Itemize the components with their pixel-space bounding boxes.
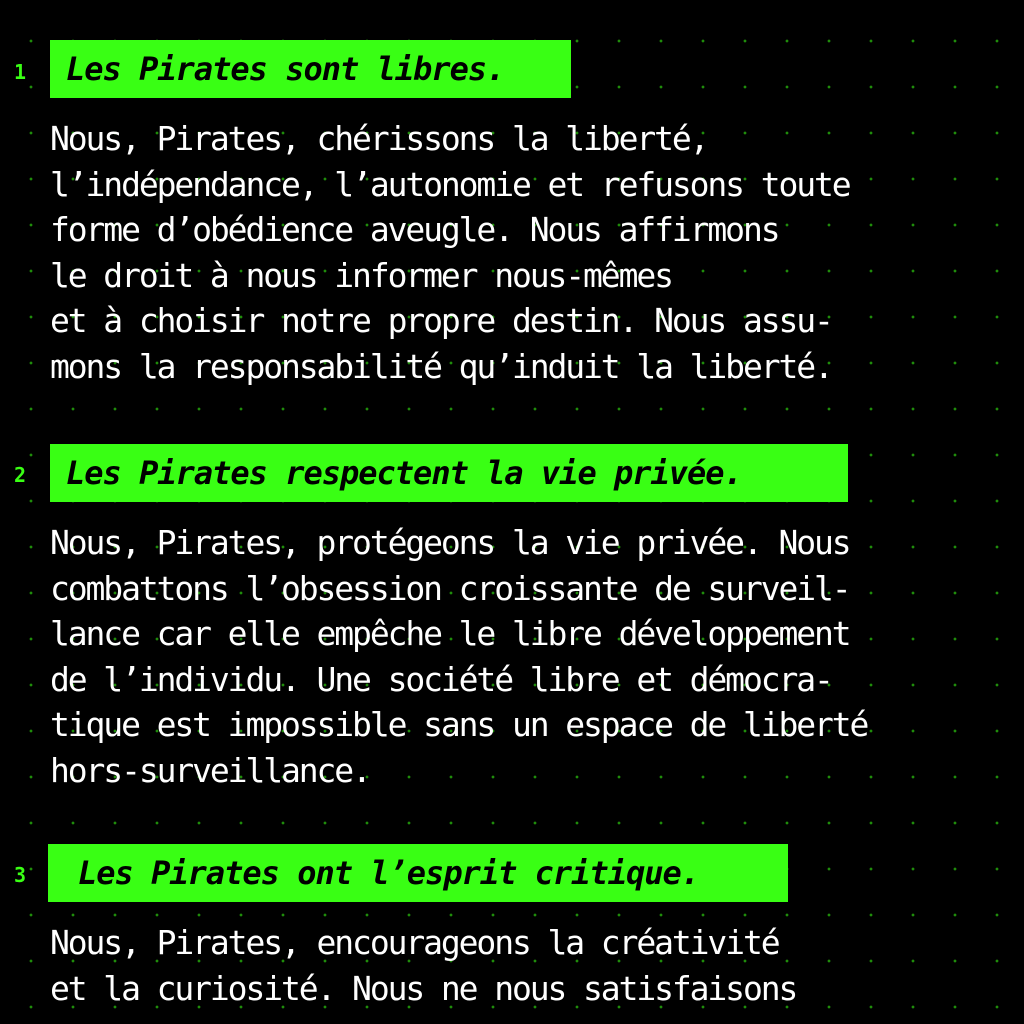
- paragraph-line: de l’individu. Une société libre et démo…: [50, 659, 834, 699]
- principle-paragraph: Nous, Pirates, protégeons la vie privée.…: [50, 520, 869, 794]
- paragraph-line: mons la responsabilité qu’induit la libe…: [50, 346, 834, 386]
- principle-number: 1: [14, 60, 27, 84]
- paragraph-line: Nous, Pirates, protégeons la vie privée.…: [50, 523, 852, 562]
- paragraph-line: lance car elle empêche le libre développ…: [50, 614, 852, 654]
- paragraph-line: l’indépendance, l’autonomie et refusons …: [50, 164, 852, 204]
- principle-heading: Les Pirates respectent la vie privée.: [66, 454, 743, 492]
- paragraph-line: hors-surveillance.: [50, 750, 372, 790]
- principle-heading-box: Les Pirates sont libres.: [50, 40, 571, 98]
- principle-paragraph: Nous, Pirates, chérissons la liberté, l’…: [50, 116, 852, 390]
- principle-heading-box: Les Pirates respectent la vie privée.: [50, 444, 848, 502]
- paragraph-line: Nous, Pirates, chérissons la liberté,: [50, 119, 710, 158]
- paragraph-line: forme d’obédience aveugle. Nous affirmon…: [50, 210, 781, 250]
- principle-paragraph: Nous, Pirates, encourageons la créativit…: [50, 920, 798, 1011]
- paragraph-line: Nous, Pirates, encourageons la créativit…: [50, 923, 781, 962]
- paragraph-line: et la curiosité. Nous ne nous satisfaiso…: [50, 968, 798, 1008]
- paragraph-line: et à choisir notre propre destin. Nous a…: [50, 301, 834, 341]
- principle-heading: Les Pirates sont libres.: [66, 50, 505, 88]
- manifesto-page: 1 Les Pirates sont libres. Nous, Pirates…: [0, 0, 1024, 1024]
- principle-heading: Les Pirates ont l’esprit critique.: [78, 854, 700, 892]
- paragraph-line: combattons l’obsession croissante de sur…: [50, 568, 852, 608]
- principle-number: 2: [14, 463, 27, 487]
- principle-number: 3: [14, 863, 27, 887]
- paragraph-line: le droit à nous informer nous-mêmes: [50, 255, 674, 295]
- principle-heading-box: Les Pirates ont l’esprit critique.: [48, 844, 788, 902]
- paragraph-line: tique est impossible sans un espace de l…: [50, 705, 869, 745]
